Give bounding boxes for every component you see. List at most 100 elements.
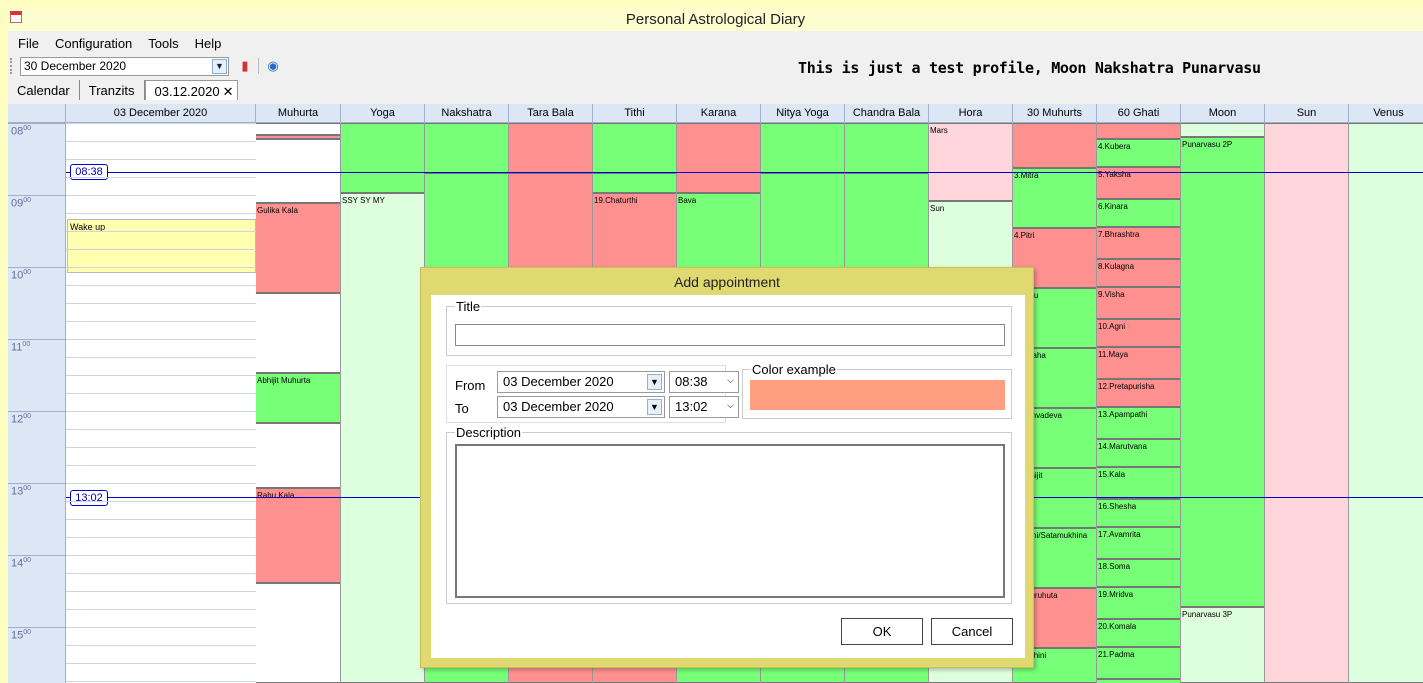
period-cell[interactable]: 16.Shesha [1097,499,1180,527]
slot-line [66,483,256,484]
period-cell[interactable]: 8.Kulagna [1097,259,1180,287]
column-header-moon[interactable]: Moon [1181,104,1265,123]
period-cell[interactable]: 20.Komala [1097,619,1180,647]
period-cell[interactable] [425,123,508,173]
period-cell[interactable] [256,123,340,135]
menu-help[interactable]: Help [185,32,228,52]
period-cell[interactable]: Mars [929,123,1012,201]
period-cell[interactable] [1013,123,1096,168]
period-cell[interactable]: 21.Padma [1097,647,1180,679]
column-header-tara-bala[interactable]: Tara Bala [509,104,593,123]
period-cell[interactable] [256,139,340,203]
slot-line [66,177,256,178]
tab-calendar[interactable]: Calendar [8,80,80,100]
period-cell[interactable]: 10.Agni [1097,319,1180,347]
period-cell[interactable] [1097,123,1180,139]
to-date-select[interactable]: 03 December 2020 ▼ [497,396,665,418]
column-header-hora[interactable]: Hora [929,104,1013,123]
column-header-60-ghati[interactable]: 60 Ghati [1097,104,1181,123]
dialog-body: Title From To 03 December 2020 ▼ 08:38 ⌵ 0… [431,295,1025,658]
tab-day[interactable]: 03.12.2020 ✕ [144,80,238,100]
globe-icon[interactable]: ◉ [264,57,282,75]
period-cell[interactable]: Punarvasu 3P [1181,607,1264,683]
period-cell[interactable]: 3.Mitra [1013,168,1096,228]
period-cell[interactable]: 9.Visha [1097,287,1180,319]
chevron-down-icon[interactable]: ⌵ [727,375,734,386]
tab-tranzits[interactable]: Tranzits [80,80,145,100]
period-cell[interactable] [1181,123,1264,137]
description-textarea[interactable] [455,444,1005,598]
from-time-select[interactable]: 08:38 ⌵ [669,371,739,393]
period-cell[interactable]: 13.Apampathi [1097,407,1180,439]
period-cell[interactable]: Rahu Kala [256,488,340,583]
color-label: Color example [751,362,837,377]
slot-line [66,303,256,304]
period-cell[interactable]: SSY SY MY [341,193,424,683]
period-cell[interactable]: 14.Marutvana [1097,439,1180,467]
period-cell[interactable]: 19.Mridva [1097,587,1180,619]
period-cell[interactable]: Gulika Kala [256,203,340,293]
title-input[interactable] [455,324,1005,346]
period-cell[interactable]: 7.Bhrashtra [1097,227,1180,259]
period-cell[interactable] [509,123,592,173]
menu-configuration[interactable]: Configuration [45,32,138,52]
hour-label: 1400 [11,557,32,570]
slot-line [66,231,256,232]
column-header-yoga[interactable]: Yoga [341,104,425,123]
period-cell[interactable]: 17.Avamrita [1097,527,1180,559]
cancel-button[interactable]: Cancel [931,618,1013,645]
period-cell[interactable]: Abhijit Muhurta [256,373,340,423]
period-cell[interactable]: 11.Maya [1097,347,1180,379]
period-cell[interactable] [256,293,340,373]
period-cell[interactable]: 15.Kala [1097,467,1180,499]
period-cell[interactable]: 18.Soma [1097,559,1180,587]
column-header-venus[interactable]: Venus [1349,104,1423,123]
exit-door-icon[interactable]: ▮ [236,57,254,75]
color-group: Color example [742,362,1012,419]
column-header-sun[interactable]: Sun [1265,104,1349,123]
period-cell[interactable] [1265,123,1348,683]
column-header-tithi[interactable]: Tithi [593,104,677,123]
chevron-down-icon[interactable]: ▼ [212,59,227,74]
period-cell[interactable] [677,123,760,193]
from-label: From [455,378,486,393]
slot-line [66,645,256,646]
column-header-30-muhurts[interactable]: 30 Muhurts [1013,104,1097,123]
from-date-select[interactable]: 03 December 2020 ▼ [497,371,665,393]
period-cell[interactable] [341,123,424,193]
period-cell[interactable] [1349,123,1423,683]
period-cell[interactable] [593,123,676,173]
ok-button[interactable]: OK [841,618,923,645]
period-cell[interactable] [845,123,928,173]
column-header-chandra-bala[interactable]: Chandra Bala [845,104,929,123]
period-cell[interactable] [256,583,340,683]
column-header-muhurta[interactable]: Muhurta [256,104,341,123]
hour-label: 0800 [11,125,32,138]
menu-tools[interactable]: Tools [138,32,184,52]
chevron-down-icon[interactable]: ▼ [647,374,662,390]
description-group: Description [446,425,1012,604]
column-header-nakshatra[interactable]: Nakshatra [425,104,509,123]
period-cell[interactable]: Punarvasu 2P [1181,137,1264,607]
period-cell[interactable] [593,173,676,193]
period-cell[interactable] [761,123,844,173]
column-header-nitya-yoga[interactable]: Nitya Yoga [761,104,845,123]
column-venus [1349,123,1423,683]
period-cell[interactable]: 12.Pretapurisha [1097,379,1180,407]
column-header-karana[interactable]: Karana [677,104,761,123]
period-cell[interactable]: 4.Kubera [1097,139,1180,167]
period-cell[interactable]: 22.Prabrna [1097,679,1180,683]
to-time-select[interactable]: 13:02 ⌵ [669,396,739,418]
to-date-value: 03 December 2020 [503,399,614,414]
date-select[interactable]: 30 December 2020 ▼ [20,57,229,76]
chevron-down-icon[interactable]: ⌵ [727,400,734,411]
period-cell[interactable] [256,423,340,488]
appointment-block[interactable]: Wake up [67,219,256,273]
chevron-down-icon[interactable]: ▼ [647,399,662,415]
color-swatch [750,380,1005,410]
slot-line [66,375,256,376]
close-icon[interactable]: ✕ [223,84,234,99]
menu-file[interactable]: File [8,32,45,52]
period-cell[interactable]: 6.Kinara [1097,199,1180,227]
hour-label: 1100 [11,341,31,354]
